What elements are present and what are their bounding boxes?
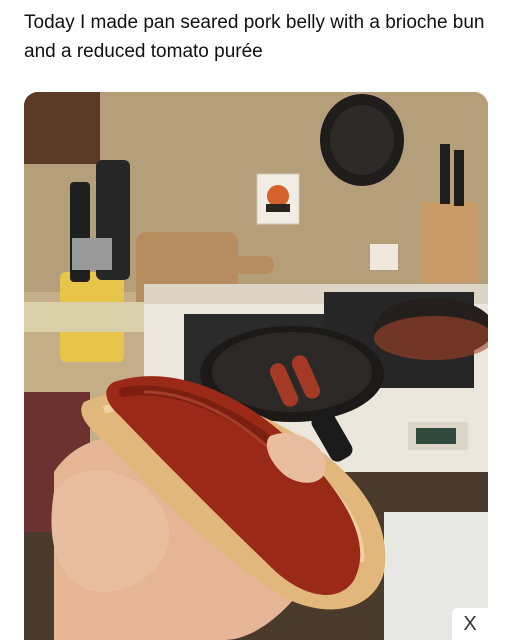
food-photo bbox=[24, 92, 488, 640]
post-photo[interactable]: X bbox=[24, 92, 488, 640]
cabinet bbox=[24, 92, 100, 164]
close-label: X bbox=[463, 612, 477, 635]
close-icon[interactable]: X bbox=[452, 608, 488, 640]
post-caption: Today I made pan seared pork belly with … bbox=[24, 12, 485, 62]
knife-block bbox=[422, 202, 478, 282]
outlet bbox=[370, 244, 398, 270]
